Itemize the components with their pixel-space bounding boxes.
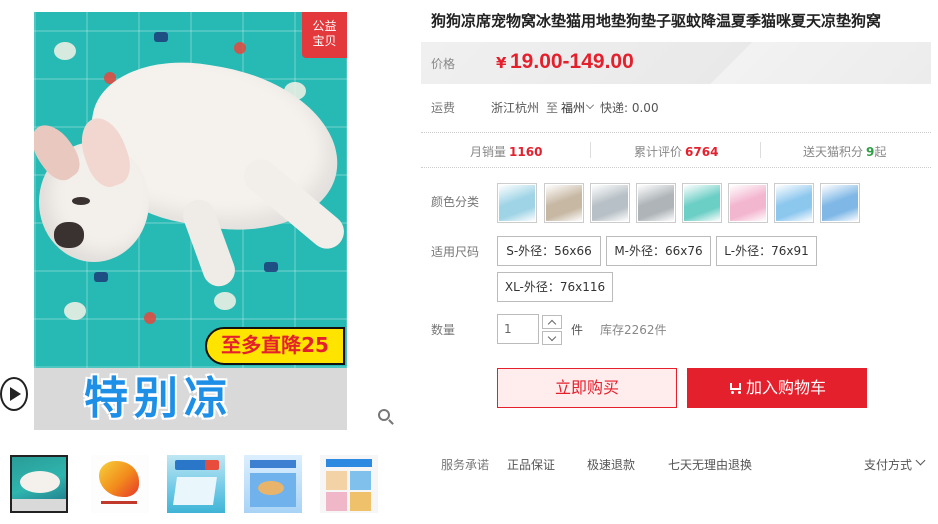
currency-symbol: ¥ xyxy=(496,54,507,72)
dog-on-blue-mat-icon xyxy=(822,185,858,221)
ship-from: 浙江杭州 xyxy=(491,101,540,115)
quantity-label: 数量 xyxy=(431,323,456,337)
service-7day-return[interactable]: 七天无理由退换 xyxy=(668,456,752,473)
price-box: 价格 ¥ 19.00-149.00 xyxy=(421,42,931,84)
price-value: 19.00-149.00 xyxy=(510,50,634,73)
dog-on-blue-mat-icon xyxy=(776,185,812,221)
monthly-sales: 月销量 1160 xyxy=(470,143,542,160)
price-label: 价格 xyxy=(431,57,456,71)
ship-to-city-select[interactable]: 福州 xyxy=(561,99,585,116)
size-option-s[interactable]: S-外径：56x66 xyxy=(497,236,601,266)
quantity-unit: 件 xyxy=(571,323,584,337)
size-option-l[interactable]: L-外径：76x91 xyxy=(716,236,817,266)
size-label: 适用尺码 xyxy=(431,245,480,259)
service-label: 服务承诺 xyxy=(441,458,490,472)
color-label: 颜色分类 xyxy=(431,195,480,209)
monthly-sales-value: 1160 xyxy=(509,145,543,159)
dog-on-grey-mat-icon xyxy=(592,185,628,221)
quantity-decrease-button[interactable] xyxy=(542,331,562,345)
thumbnail-1[interactable] xyxy=(10,455,68,513)
thumbnail-strip xyxy=(10,455,378,515)
size-option-xl[interactable]: XL-外径：76x116 xyxy=(497,272,613,302)
thumbnail-4[interactable] xyxy=(244,455,302,513)
total-reviews-label: 累计评价 xyxy=(634,145,683,159)
color-swatch-2[interactable] xyxy=(544,183,584,223)
shipping-label: 运费 xyxy=(431,101,456,115)
add-to-cart-label: 加入购物车 xyxy=(745,378,826,397)
add-to-cart-button[interactable]: 加入购物车 xyxy=(687,368,867,408)
cart-icon xyxy=(728,382,742,394)
thumbnail-2[interactable] xyxy=(91,455,149,513)
monthly-sales-label: 月销量 xyxy=(470,145,507,159)
express-fee: 快递: 0.00 xyxy=(600,101,659,115)
tmall-points: 送天猫积分 9起 xyxy=(803,143,886,160)
dog-on-cool-mat-icon xyxy=(546,185,582,221)
dog-on-grey-mat-icon xyxy=(638,185,674,221)
buy-now-button[interactable]: 立即购买 xyxy=(497,368,677,408)
service-fast-refund[interactable]: 极速退款 xyxy=(587,456,635,473)
size-option-m[interactable]: M-外径：66x76 xyxy=(606,236,711,266)
color-swatch-6[interactable] xyxy=(728,183,768,223)
main-product-image[interactable]: 公益 宝贝 至多直降25 特别凉 xyxy=(34,12,347,430)
tmall-points-label: 送天猫积分 xyxy=(803,145,864,159)
total-reviews-value: 6764 xyxy=(685,145,719,159)
pink-pattern-mat-icon xyxy=(730,185,766,221)
color-swatch-1[interactable] xyxy=(497,183,537,223)
play-video-icon[interactable] xyxy=(0,377,28,411)
payment-method-select[interactable]: 支付方式 xyxy=(864,456,912,473)
thumbnail-5[interactable] xyxy=(320,455,378,513)
sales-stats: 月销量 1160 累计评价 6764 送天猫积分 9起 xyxy=(421,132,931,168)
tmall-points-suffix: 起 xyxy=(874,145,887,159)
blue-pattern-mat-icon xyxy=(684,185,720,221)
color-swatch-8[interactable] xyxy=(820,183,860,223)
thumbnail-3[interactable] xyxy=(167,455,225,513)
service-genuine[interactable]: 正品保证 xyxy=(507,456,555,473)
charity-badge-text: 公益 宝贝 xyxy=(312,19,337,48)
chevron-down-icon[interactable] xyxy=(586,101,594,109)
color-swatch-5[interactable] xyxy=(682,183,722,223)
chevron-down-icon[interactable] xyxy=(915,455,926,466)
color-swatch-3[interactable] xyxy=(590,183,630,223)
discount-tag: 至多直降25 xyxy=(205,327,345,365)
slogan-text: 特别凉 xyxy=(84,373,234,424)
ship-to-word: 至 xyxy=(546,101,559,115)
dog-on-cool-mat-icon xyxy=(499,185,535,221)
product-title: 狗狗凉席宠物窝冰垫猫用地垫狗垫子驱蚊降温夏季猫咪夏天凉垫狗窝 xyxy=(431,12,882,30)
color-swatch-7[interactable] xyxy=(774,183,814,223)
color-swatch-4[interactable] xyxy=(636,183,676,223)
stock-count: 库存2262件 xyxy=(600,323,667,337)
total-reviews[interactable]: 累计评价 6764 xyxy=(634,143,718,160)
quantity-increase-button[interactable] xyxy=(542,315,562,329)
quantity-input[interactable]: 1 xyxy=(497,314,539,344)
charity-badge: 公益 宝贝 xyxy=(302,12,347,58)
zoom-icon[interactable] xyxy=(376,408,396,428)
